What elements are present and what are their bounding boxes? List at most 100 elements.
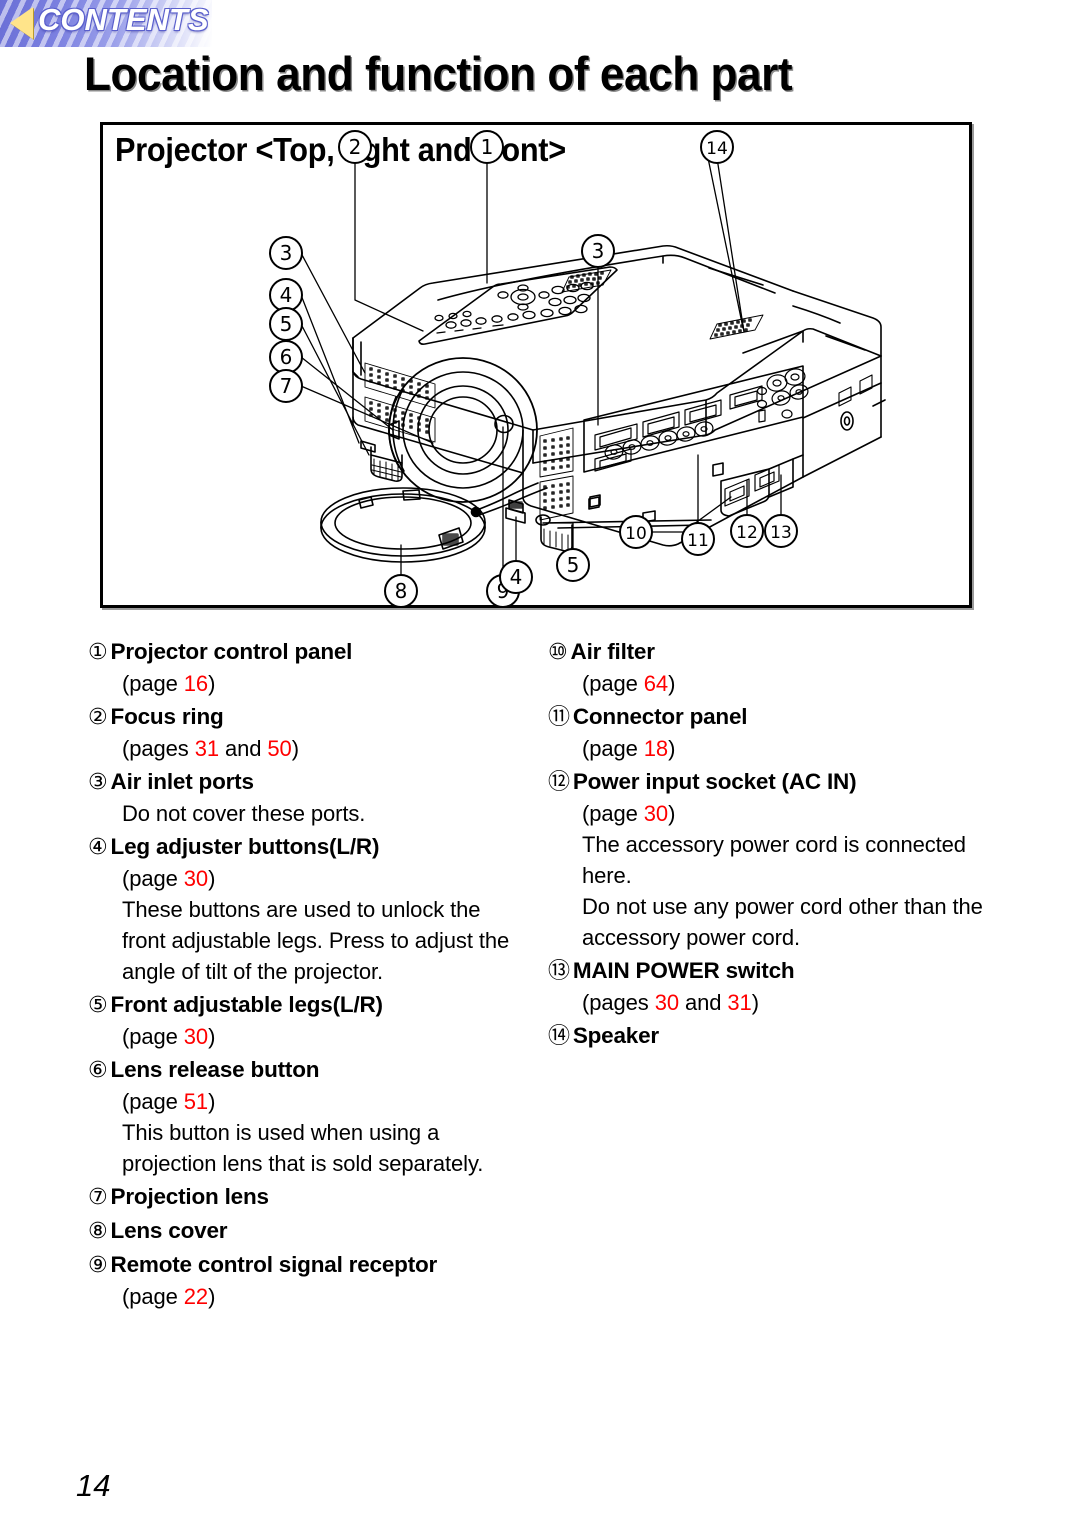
description-text: (page [582, 671, 644, 696]
description-text: ) [208, 1284, 216, 1309]
part-entry: ④ Leg adjuster buttons(L/R) (page 30) These… [88, 831, 528, 987]
part-number-icon: ① [88, 640, 108, 665]
part-entry: ⑤ Front adjustable legs(L/R) (page 30) [88, 989, 528, 1052]
part-entry-head: ④ Leg adjuster buttons(L/R) [88, 831, 528, 863]
part-entry: ⑨ Remote control signal receptor (page 22) [88, 1249, 528, 1312]
part-description: (page 30) [88, 863, 528, 894]
svg-text:3: 3 [592, 239, 605, 263]
description-text: ) [291, 736, 299, 761]
page-number: 14 [76, 1468, 111, 1503]
part-description: (page 22) [88, 1281, 528, 1312]
part-description: The accessory power cord is connected he… [548, 829, 996, 891]
part-title: Focus ring [110, 704, 224, 729]
page-reference[interactable]: 50 [267, 736, 291, 761]
figure-box: Projector <Top, right and front> 2 1 14 … [100, 122, 972, 608]
part-entry: ③ Air inlet ports Do not cover these ports… [88, 766, 528, 829]
svg-text:5: 5 [567, 553, 580, 577]
part-description: This button is used when using a project… [88, 1117, 528, 1179]
part-entry-head: ⑩ Air filter [548, 636, 996, 668]
back-triangle-icon [10, 7, 33, 39]
part-entry-head: ⑪ Connector panel [548, 701, 996, 733]
part-entry-head: ⑧ Lens cover [88, 1215, 528, 1247]
part-number-icon: ⑥ [88, 1058, 108, 1083]
part-title: MAIN POWER switch [572, 958, 795, 983]
part-title: Remote control signal receptor [110, 1252, 438, 1277]
description-text: (page [122, 1024, 184, 1049]
part-entry: ⑦ Projection lens [88, 1181, 528, 1213]
description-text: ) [668, 736, 676, 761]
svg-text:4: 4 [280, 283, 293, 307]
part-title: Air filter [570, 639, 655, 664]
part-entry: ⑥ Lens release button (page 51) This button… [88, 1054, 528, 1179]
description-text: ) [208, 671, 216, 696]
svg-text:2: 2 [349, 135, 362, 159]
part-entry-head: ⑤ Front adjustable legs(L/R) [88, 989, 528, 1021]
page-reference[interactable]: 22 [184, 1284, 208, 1309]
part-entry-head: ① Projector control panel [88, 636, 528, 668]
contents-badge-label: CONTENTS [38, 2, 209, 37]
part-number-icon: ⑩ [548, 640, 568, 665]
svg-text:11: 11 [687, 531, 709, 551]
page-reference[interactable]: 18 [644, 736, 668, 761]
svg-text:1: 1 [481, 135, 494, 159]
svg-text:5: 5 [280, 312, 293, 336]
svg-text:8: 8 [395, 579, 408, 603]
page-title: Location and function of each part [84, 47, 793, 100]
part-entry-head: ③ Air inlet ports [88, 766, 528, 798]
part-number-icon: ④ [88, 835, 108, 860]
part-entry-head: ⑥ Lens release button [88, 1054, 528, 1086]
part-title: Leg adjuster buttons(L/R) [110, 834, 380, 859]
part-entry-head: ⑦ Projection lens [88, 1181, 528, 1213]
part-number-icon: ⑬ [548, 959, 570, 984]
part-number-icon: ② [88, 705, 108, 730]
part-entry-head: ⑨ Remote control signal receptor [88, 1249, 528, 1281]
page-reference[interactable]: 16 [184, 671, 208, 696]
svg-text:14: 14 [706, 139, 728, 159]
description-text: ) [668, 801, 676, 826]
description-text: ) [668, 671, 676, 696]
part-number-icon: ③ [88, 770, 108, 795]
description-text: Do not use any power cord other than the… [582, 894, 983, 950]
description-text: (pages [122, 736, 195, 761]
description-text: (page [122, 671, 184, 696]
description-text: (page [122, 1284, 184, 1309]
part-description: (page 16) [88, 668, 528, 699]
description-text: (page [582, 801, 644, 826]
part-description: (pages 31 and 50) [88, 733, 528, 764]
part-description: Do not use any power cord other than the… [548, 891, 996, 953]
part-description: (page 64) [548, 668, 996, 699]
page-reference[interactable]: 30 [184, 866, 208, 891]
page-reference[interactable]: 30 [644, 801, 668, 826]
svg-text:10: 10 [625, 524, 647, 544]
part-description: (page 18) [548, 733, 996, 764]
part-number-icon: ⑨ [88, 1253, 108, 1278]
description-text: and [218, 736, 268, 761]
part-description: Do not cover these ports. [88, 798, 528, 829]
page-reference[interactable]: 30 [655, 990, 679, 1015]
part-entry: ⑫ Power input socket (AC IN) (page 30) The … [548, 766, 996, 953]
page-reference[interactable]: 31 [195, 736, 219, 761]
page-reference[interactable]: 51 [184, 1089, 208, 1114]
part-title: Speaker [572, 1023, 659, 1048]
part-description: (page 51) [88, 1086, 528, 1117]
description-text: and [678, 990, 728, 1015]
description-text: ) [208, 866, 216, 891]
part-title: Connector panel [572, 704, 748, 729]
svg-text:7: 7 [280, 374, 293, 398]
part-number-icon: ⑭ [548, 1024, 570, 1049]
page-reference[interactable]: 30 [184, 1024, 208, 1049]
part-number-icon: ⑧ [88, 1219, 108, 1244]
part-title: Projector control panel [110, 639, 353, 664]
part-description: (pages 30 and 31) [548, 987, 996, 1018]
part-title: Lens release button [110, 1057, 320, 1082]
contents-badge[interactable]: CONTENTS [0, 0, 212, 47]
part-entry: ⑭ Speaker [548, 1020, 996, 1052]
page-reference[interactable]: 31 [727, 990, 751, 1015]
part-title: Air inlet ports [110, 769, 254, 794]
part-title: Front adjustable legs(L/R) [110, 992, 384, 1017]
part-entry: ⑬ MAIN POWER switch (pages 30 and 31) [548, 955, 996, 1018]
svg-text:6: 6 [280, 345, 293, 369]
projector-diagram: 2 1 14 3 4 5 6 7 3 8 9 4 5 10 11 12 13 [269, 130, 886, 608]
page-reference[interactable]: 64 [644, 671, 668, 696]
part-entry-head: ⑫ Power input socket (AC IN) [548, 766, 996, 798]
